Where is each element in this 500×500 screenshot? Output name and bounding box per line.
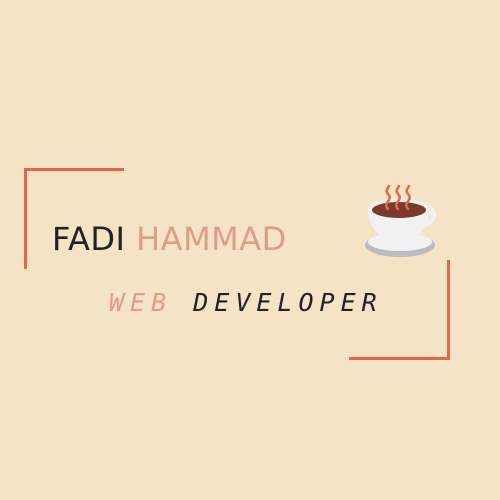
frame-top-left-vertical bbox=[24, 168, 27, 269]
name-last: HAMMAD bbox=[136, 220, 287, 258]
frame-top-left-horizontal bbox=[24, 168, 124, 171]
tagline-web: WEB bbox=[109, 288, 173, 317]
logo-tagline: WEB DEVELOPER bbox=[109, 286, 383, 320]
tagline-developer: DEVELOPER bbox=[193, 288, 383, 317]
frame-bottom-right-vertical bbox=[447, 260, 450, 360]
coffee-cup-icon bbox=[365, 185, 436, 257]
name-first: FADI bbox=[52, 220, 126, 258]
frame-bottom-right-horizontal bbox=[349, 357, 450, 360]
coffee-surface bbox=[372, 202, 426, 218]
logo-canvas: FADI HAMMAD WEB DEVELOPER bbox=[0, 0, 500, 500]
logo-name: FADI HAMMAD bbox=[52, 219, 287, 259]
